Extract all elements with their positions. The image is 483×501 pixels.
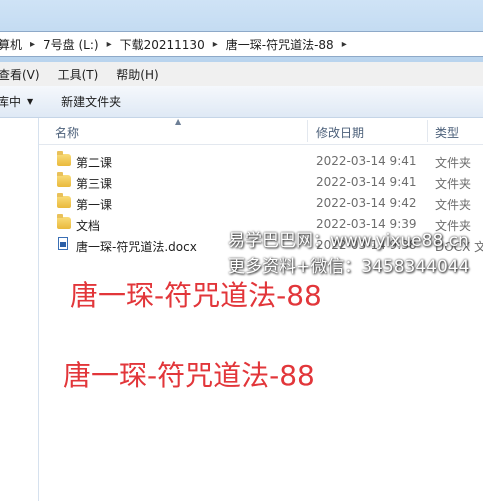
- column-divider[interactable]: [307, 120, 308, 142]
- column-header-row: ▲ 名称 修改日期 类型: [39, 117, 483, 145]
- column-header-type[interactable]: 类型: [435, 124, 459, 141]
- file-name: 文档: [76, 219, 101, 233]
- menu-help[interactable]: 帮助(H): [116, 66, 158, 83]
- file-date: 2022-03-14 9:41: [316, 154, 417, 168]
- folder-icon: [57, 193, 71, 208]
- address-bar[interactable]: 算机 ▸ 7号盘 (L:) ▸ 下载20211130 ▸ 唐一琛-符咒道法-88…: [0, 31, 483, 57]
- navigation-pane[interactable]: [0, 118, 39, 501]
- breadcrumb-drive[interactable]: 7号盘 (L:): [39, 36, 103, 53]
- dropdown-arrow-icon: ▼: [27, 97, 34, 106]
- overlay-title-1: 唐一琛-符咒道法-88: [70, 279, 322, 312]
- breadcrumb-folder-current[interactable]: 唐一琛-符咒道法-88: [222, 36, 338, 53]
- file-name: 唐一琛-符咒道法.docx: [76, 240, 197, 254]
- command-toolbar: 库中 ▼ 新建文件夹: [0, 86, 483, 118]
- folder-icon: [57, 151, 71, 166]
- file-name: 第三课: [76, 177, 113, 191]
- breadcrumb-separator-icon[interactable]: ▸: [338, 39, 351, 50]
- watermark-website: 易学巴巴网：www.yixue88.cn: [228, 231, 469, 251]
- folder-icon: [57, 172, 71, 187]
- folder-icon: [57, 214, 71, 229]
- breadcrumb-separator-icon[interactable]: ▸: [209, 39, 222, 50]
- file-row[interactable]: 第三课 2022-03-14 9:41 文件夹: [39, 172, 483, 192]
- file-type: 文件夹: [435, 156, 472, 170]
- breadcrumb-folder-download[interactable]: 下载20211130: [116, 36, 209, 53]
- file-type: 文件夹: [435, 198, 472, 212]
- file-row[interactable]: 第一课 2022-03-14 9:42 文件夹: [39, 193, 483, 213]
- menu-tools[interactable]: 工具(T): [58, 66, 99, 83]
- column-header-date[interactable]: 修改日期: [316, 124, 364, 141]
- sort-ascending-icon: ▲: [175, 117, 182, 126]
- breadcrumb-separator-icon[interactable]: ▸: [103, 39, 116, 50]
- overlay-title-2: 唐一琛-符咒道法-88: [63, 359, 315, 392]
- column-divider[interactable]: [427, 120, 428, 142]
- column-header-name[interactable]: 名称: [55, 124, 79, 141]
- file-type: 文件夹: [435, 177, 472, 191]
- breadcrumb-separator-icon[interactable]: ▸: [26, 39, 39, 50]
- docx-icon: [58, 237, 68, 250]
- file-row[interactable]: 第二课 2022-03-14 9:41 文件夹: [39, 151, 483, 171]
- menu-bar: 查看(V) 工具(T) 帮助(H): [0, 62, 483, 86]
- file-name: 第二课: [76, 156, 113, 170]
- menu-view[interactable]: 查看(V): [0, 66, 40, 83]
- new-folder-button[interactable]: 新建文件夹: [61, 93, 121, 110]
- breadcrumb-computer[interactable]: 算机: [0, 36, 26, 53]
- file-date: 2022-03-14 9:41: [316, 175, 417, 189]
- include-in-library-button[interactable]: 库中 ▼: [0, 93, 33, 110]
- include-in-library-label: 库中: [0, 95, 22, 109]
- file-name: 第一课: [76, 198, 113, 212]
- file-date: 2022-03-14 9:42: [316, 196, 417, 210]
